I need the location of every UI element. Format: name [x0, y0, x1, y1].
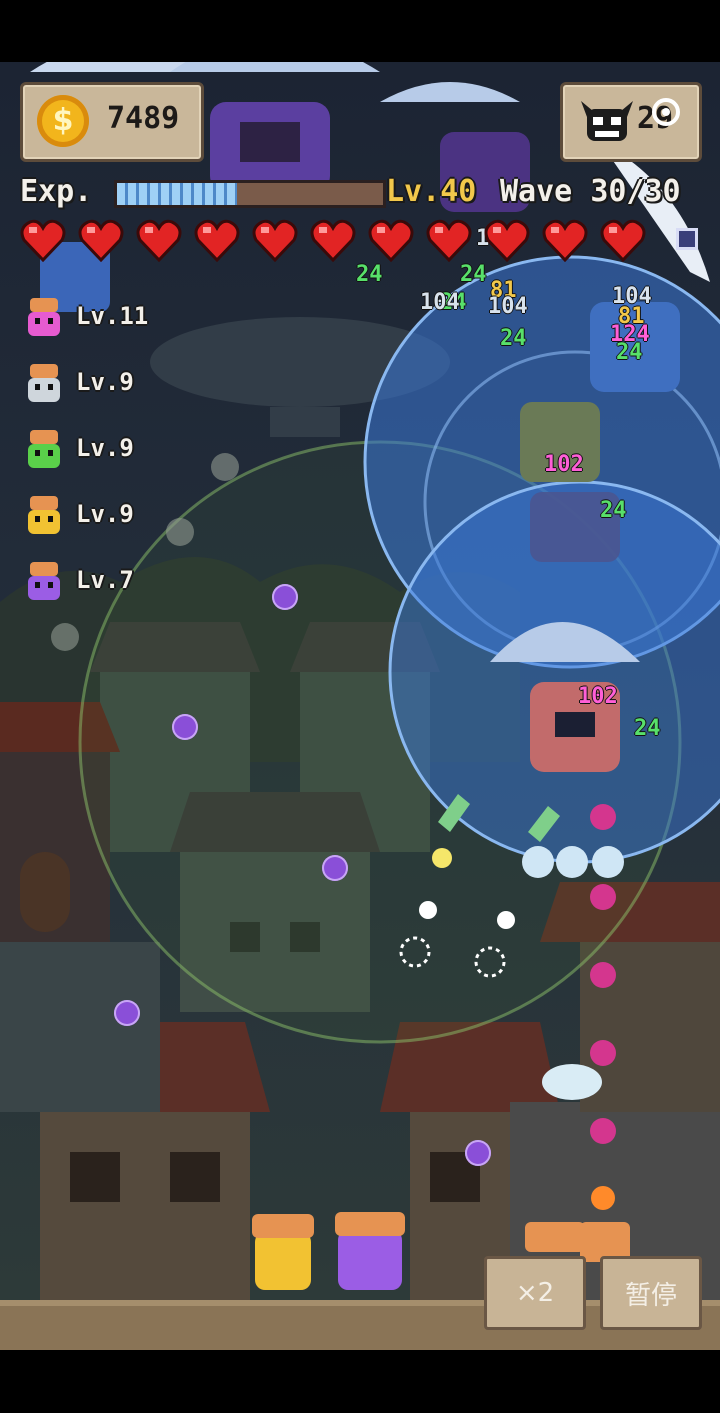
damage-number: 104 — [420, 290, 460, 315]
squad-member-icon — [24, 430, 64, 470]
damage-number: 104 — [488, 294, 528, 319]
heart-icon — [368, 219, 414, 262]
level-value: 40 — [440, 174, 477, 209]
exp-bar — [114, 180, 386, 208]
exp-bar-fill — [117, 183, 237, 205]
heart-icon — [600, 219, 646, 262]
squad-member-level: Lv.9 — [76, 368, 134, 396]
projectile-orb — [590, 804, 616, 830]
game-screen: 104242424811041042410481124241022410224 … — [0, 0, 720, 1413]
damage-number: 102 — [578, 684, 618, 709]
projectile-orb — [272, 584, 298, 610]
squad-member-level: Lv.9 — [76, 434, 134, 462]
squad-member-icon — [24, 496, 64, 536]
heart-icon — [426, 219, 472, 262]
damage-number: 24 — [356, 262, 383, 287]
projectile-orb — [465, 1140, 491, 1166]
damage-number: 24 — [460, 262, 487, 287]
coin-icon: $ — [37, 95, 89, 147]
level-display: Lv.40 — [386, 174, 476, 209]
squad-member-icon — [24, 298, 64, 338]
heart-icon — [310, 219, 356, 262]
projectile-orb — [114, 1000, 140, 1026]
speed-button[interactable]: ×2 — [484, 1256, 586, 1330]
projectile-orb — [172, 714, 198, 740]
heart-icon — [194, 219, 240, 262]
damage-number: 24 — [634, 716, 661, 741]
projectile-orb — [322, 855, 348, 881]
exp-label: Exp. — [20, 174, 93, 209]
squad-member: Lv.7 — [24, 562, 184, 602]
mini-indicator-icon — [676, 228, 698, 250]
projectile-orb — [590, 884, 616, 910]
coin-count: 7489 — [107, 101, 180, 136]
projectile-orb — [590, 1040, 616, 1066]
projectile-orb — [590, 1118, 616, 1144]
squad-member: Lv.9 — [24, 364, 184, 404]
squad-member-level: Lv.7 — [76, 566, 134, 594]
wave-label: Wave — [500, 174, 573, 209]
squad-member: Lv.9 — [24, 430, 184, 470]
squad-member-icon — [24, 364, 64, 404]
heart-icon — [484, 219, 530, 262]
damage-number: 24 — [616, 340, 643, 365]
heart-icon — [78, 219, 124, 262]
coin-panel: $ 7489 — [20, 82, 204, 162]
heart-icon — [20, 219, 66, 262]
pause-button[interactable]: 暂停 — [600, 1256, 702, 1330]
squad-member-level: Lv.9 — [76, 500, 134, 528]
enemy-counter-panel: 29 — [560, 82, 702, 162]
heart-icon — [136, 219, 182, 262]
damage-number: 24 — [600, 498, 627, 523]
wave-value: 30/30 — [590, 174, 681, 209]
squad-member-icon — [24, 562, 64, 602]
target-icon[interactable] — [652, 98, 680, 126]
heart-icon — [252, 219, 298, 262]
projectile-orb — [590, 962, 616, 988]
heart-icon — [542, 219, 588, 262]
level-prefix: Lv. — [386, 174, 441, 209]
squad-member: Lv.11 — [24, 298, 184, 338]
squad-member-level: Lv.11 — [76, 302, 149, 330]
squad-member: Lv.9 — [24, 496, 184, 536]
damage-number: 102 — [544, 452, 584, 477]
wave-display: Wave 30/30 — [500, 174, 681, 209]
demon-icon — [581, 101, 633, 141]
damage-number: 24 — [500, 326, 527, 351]
